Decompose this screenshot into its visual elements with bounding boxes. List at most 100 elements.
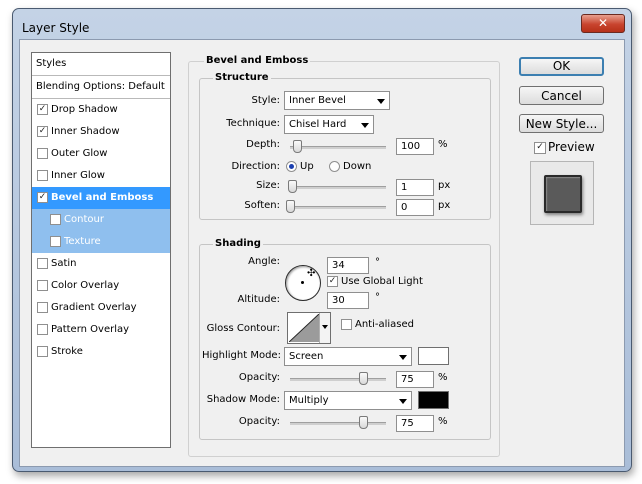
pattern-overlay-checkbox[interactable] — [37, 324, 48, 335]
style-item-color-overlay[interactable]: Color Overlay — [32, 275, 170, 297]
shadow-opacity-input[interactable]: 75 — [396, 415, 434, 432]
size-slider-thumb[interactable] — [288, 180, 297, 193]
styles-header[interactable]: Styles — [32, 53, 170, 75]
style-item-pattern-overlay[interactable]: Pattern Overlay — [32, 319, 170, 341]
shadow-opacity-label: Opacity: — [238, 416, 280, 427]
title-bar[interactable]: Layer Style ✕ — [13, 9, 631, 39]
style-item-gradient-overlay[interactable]: Gradient Overlay — [32, 297, 170, 319]
chevron-down-icon — [377, 99, 385, 104]
preview-swatch — [544, 175, 582, 213]
style-item-inner-shadow[interactable]: ✓ Inner Shadow — [32, 121, 170, 143]
blending-options-item[interactable]: Blending Options: Default — [32, 76, 170, 98]
style-item-label: Color Overlay — [51, 280, 120, 291]
style-item-drop-shadow[interactable]: ✓ Drop Shadow — [32, 99, 170, 121]
soften-slider-thumb[interactable] — [286, 200, 295, 213]
style-item-stroke[interactable]: Stroke — [32, 341, 170, 363]
technique-dropdown[interactable]: Chisel Hard — [284, 115, 374, 134]
direction-down-radio[interactable] — [329, 161, 340, 172]
shadow-mode-label: Shadow Mode: — [206, 394, 280, 405]
angle-dial[interactable] — [285, 265, 321, 301]
style-item-label: Gradient Overlay — [51, 302, 137, 313]
style-item-inner-glow[interactable]: Inner Glow — [32, 165, 170, 187]
style-item-label: Texture — [64, 236, 101, 247]
direction-label: Direction: — [231, 161, 280, 172]
style-item-texture[interactable]: Texture — [32, 231, 170, 253]
satin-checkbox[interactable] — [37, 258, 48, 269]
gloss-contour-picker[interactable] — [287, 312, 331, 344]
use-global-light-label: Use Global Light — [341, 276, 423, 287]
chevron-down-icon — [322, 325, 328, 329]
size-slider-track[interactable] — [290, 186, 386, 189]
highlight-color-swatch[interactable] — [418, 347, 449, 365]
style-item-label: Satin — [51, 258, 77, 269]
contour-preview-icon — [289, 314, 319, 342]
style-dropdown[interactable]: Inner Bevel — [284, 91, 390, 110]
highlight-opacity-slider-track[interactable] — [290, 378, 386, 381]
chevron-down-icon — [399, 399, 407, 404]
soften-label: Soften: — [244, 200, 280, 211]
style-item-contour[interactable]: Contour — [32, 209, 170, 231]
move-cursor-icon: ✣ — [307, 268, 316, 279]
use-global-light-checkbox[interactable]: ✓ — [327, 276, 338, 287]
stroke-checkbox[interactable] — [37, 346, 48, 357]
chevron-down-icon — [399, 355, 407, 360]
shadow-color-swatch[interactable] — [418, 391, 449, 409]
contour-checkbox[interactable] — [50, 214, 61, 225]
direction-up-label: Up — [300, 161, 314, 172]
inner-glow-checkbox[interactable] — [37, 170, 48, 181]
ok-button[interactable]: OK — [519, 57, 604, 76]
highlight-mode-dropdown[interactable]: Screen — [284, 347, 412, 366]
angle-input[interactable]: 34 — [327, 257, 369, 274]
anti-aliased-checkbox[interactable] — [341, 319, 352, 330]
close-button[interactable]: ✕ — [581, 14, 625, 33]
shadow-opacity-slider-track[interactable] — [290, 422, 386, 425]
blending-options-label: Blending Options: Default — [36, 81, 165, 92]
texture-checkbox[interactable] — [50, 236, 61, 247]
shadow-opacity-unit: % — [438, 416, 448, 427]
structure-title: Structure — [213, 72, 271, 83]
size-input[interactable]: 1 — [396, 179, 434, 196]
outer-glow-checkbox[interactable] — [37, 148, 48, 159]
style-item-bevel-and-emboss[interactable]: ✓ Bevel and Emboss — [32, 187, 170, 209]
style-item-label: Bevel and Emboss — [51, 192, 154, 203]
highlight-mode-value: Screen — [289, 351, 324, 362]
shadow-opacity-slider-thumb[interactable] — [359, 416, 368, 429]
new-style-button[interactable]: New Style... — [519, 114, 604, 133]
preview-thumbnail — [530, 161, 594, 225]
preview-checkbox[interactable]: ✓ — [534, 142, 546, 154]
preview-label: Preview — [548, 140, 595, 154]
soften-slider-track[interactable] — [290, 206, 386, 209]
bevel-and-emboss-checkbox[interactable]: ✓ — [37, 192, 48, 203]
soften-unit: px — [438, 200, 451, 211]
color-overlay-checkbox[interactable] — [37, 280, 48, 291]
direction-down-label: Down — [343, 161, 372, 172]
gradient-overlay-checkbox[interactable] — [37, 302, 48, 313]
style-label: Style: — [251, 95, 281, 106]
depth-unit: % — [438, 139, 448, 150]
gloss-contour-dropdown[interactable] — [319, 313, 330, 343]
shadow-mode-dropdown[interactable]: Multiply — [284, 391, 412, 410]
shadow-mode-value: Multiply — [289, 395, 329, 406]
style-item-label: Drop Shadow — [51, 104, 118, 115]
highlight-opacity-slider-thumb[interactable] — [359, 372, 368, 385]
style-item-outer-glow[interactable]: Outer Glow — [32, 143, 170, 165]
altitude-input[interactable]: 30 — [327, 292, 369, 309]
depth-slider-thumb[interactable] — [293, 140, 302, 153]
style-item-label: Inner Glow — [51, 170, 105, 181]
bevel-and-emboss-title: Bevel and Emboss — [204, 55, 311, 66]
depth-slider-track[interactable] — [290, 146, 386, 149]
style-item-label: Outer Glow — [51, 148, 108, 159]
depth-input[interactable]: 100 — [396, 138, 434, 155]
highlight-opacity-input[interactable]: 75 — [396, 371, 434, 388]
drop-shadow-checkbox[interactable]: ✓ — [37, 104, 48, 115]
altitude-unit: ° — [375, 292, 380, 303]
soften-input[interactable]: 0 — [396, 199, 434, 216]
size-unit: px — [438, 180, 451, 191]
shading-title: Shading — [213, 238, 263, 249]
direction-up-radio[interactable] — [286, 161, 297, 172]
style-item-satin[interactable]: Satin — [32, 253, 170, 275]
cancel-button[interactable]: Cancel — [519, 86, 604, 105]
inner-shadow-checkbox[interactable]: ✓ — [37, 126, 48, 137]
style-dropdown-value: Inner Bevel — [289, 95, 346, 106]
dialog-body: Styles Blending Options: Default ✓ Drop … — [19, 39, 625, 467]
